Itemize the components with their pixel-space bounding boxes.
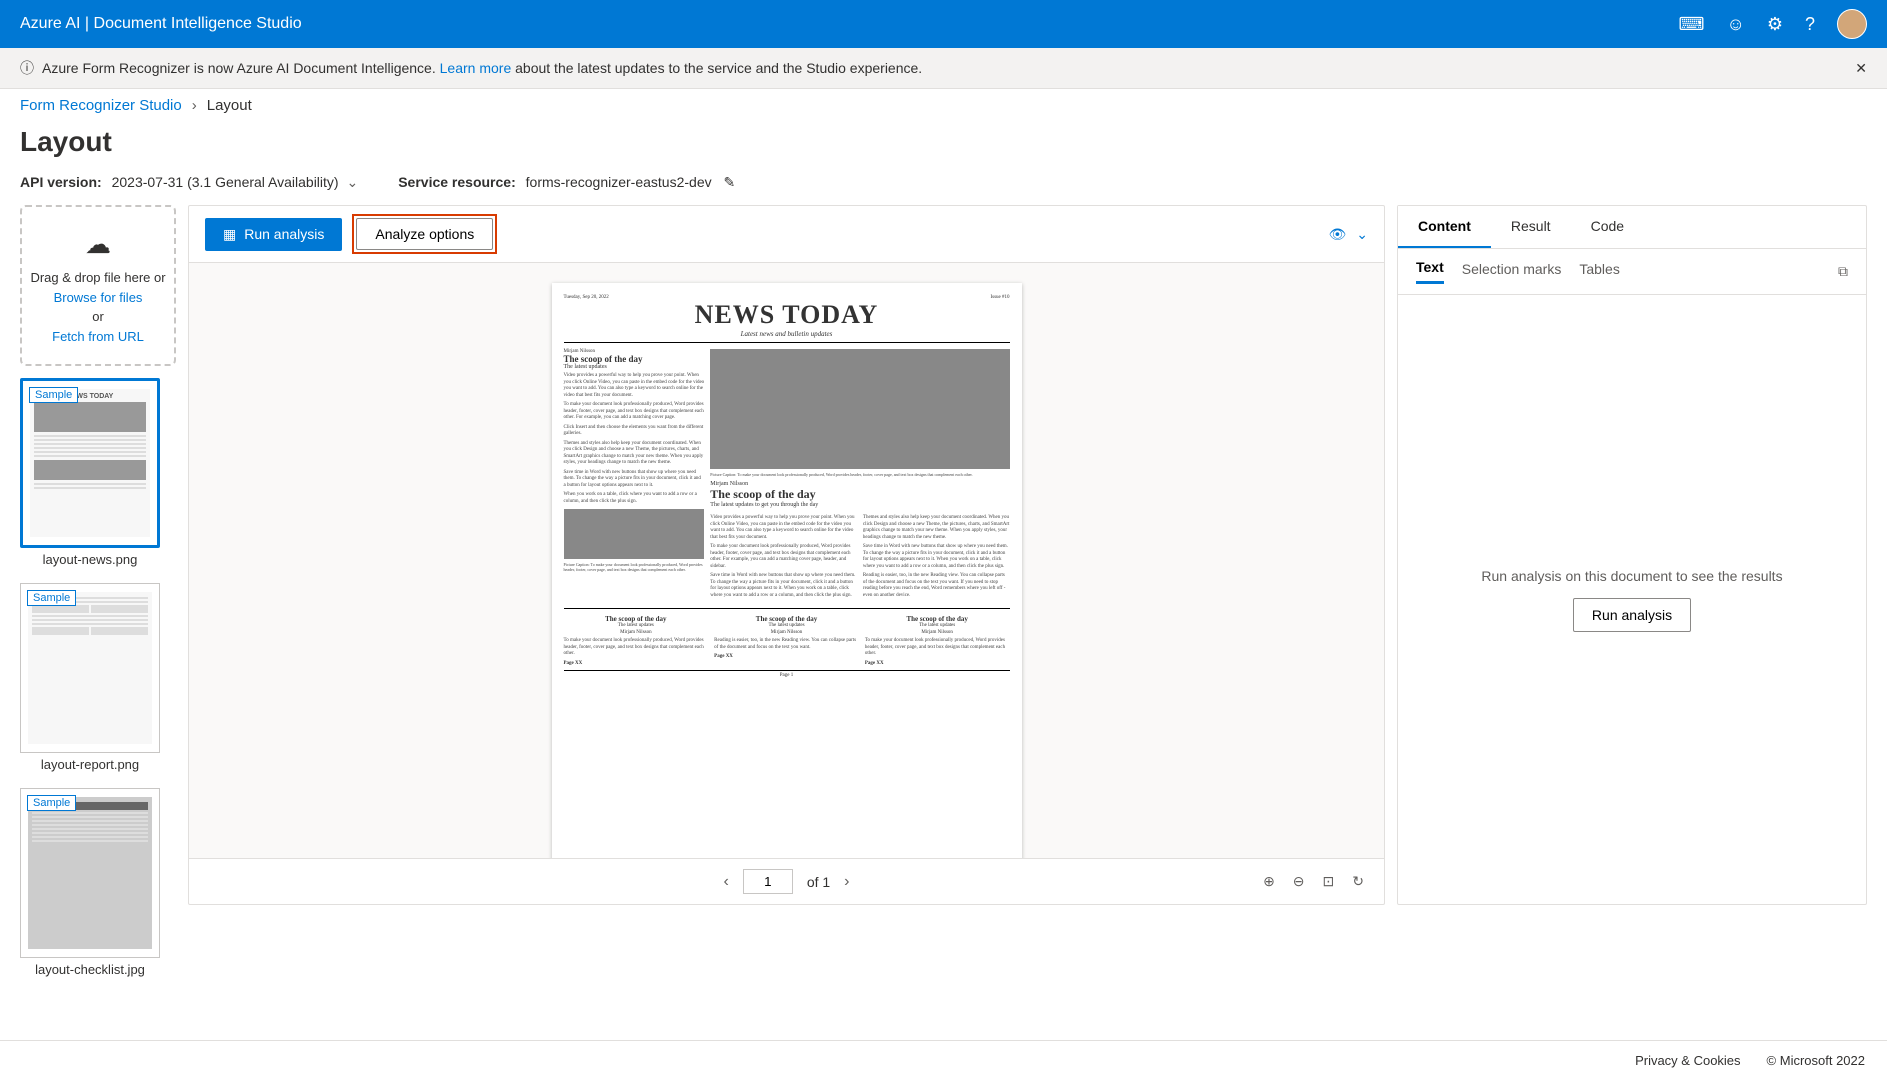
next-page-icon[interactable]: › [844,873,849,891]
analysis-icon: ▦ [223,226,236,243]
breadcrumb-root[interactable]: Form Recognizer Studio [20,97,182,114]
cloud-upload-icon: ☁︎ [28,225,168,264]
empty-message: Run analysis on this document to see the… [1481,568,1782,584]
api-version-label: API version: [20,174,102,190]
config-toolbar: API version: 2023-07-31 (3.1 General Ava… [0,174,1887,205]
page-total: of 1 [807,874,830,890]
header-icons: ⌨ ☺ ⚙ ? [1678,9,1867,39]
prev-page-icon[interactable]: ‹ [723,873,728,891]
chevron-down-icon: ⌄ [346,174,358,190]
document-canvas[interactable]: Tuesday, Sep 20, 2022 Issue #10 NEWS TOD… [189,263,1384,858]
avatar[interactable] [1837,9,1867,39]
copyright: © Microsoft 2022 [1767,1053,1865,1068]
thumb-report[interactable]: Sample [20,583,160,753]
thumb-card-checklist[interactable]: Sample layout-checklist.jpg [20,788,160,981]
keyboard-icon[interactable]: ⌨ [1678,14,1704,35]
fit-icon[interactable]: ⊡ [1323,873,1335,890]
subtab-text[interactable]: Text [1416,259,1444,284]
thumb-checklist[interactable]: Sample [20,788,160,958]
highlighted-control: Analyze options [352,214,497,254]
privacy-link[interactable]: Privacy & Cookies [1635,1053,1740,1068]
footer: Privacy & Cookies © Microsoft 2022 [0,1040,1887,1080]
help-icon[interactable]: ? [1805,14,1815,35]
service-resource-value: forms-recognizer-eastus2-dev [526,174,712,190]
dropzone[interactable]: ☁︎ Drag & drop file here or Browse for f… [20,205,176,366]
api-version-value: 2023-07-31 (3.1 General Availability) [112,174,339,190]
info-icon: ⓘ [20,58,34,78]
page-input[interactable] [743,869,793,894]
zoom-in-icon[interactable]: ⊕ [1263,873,1275,890]
results-empty: Run analysis on this document to see the… [1398,295,1866,904]
pager: ‹ of 1 › ⊕ ⊖ ⊡ ↻ [189,858,1384,904]
subtab-selection-marks[interactable]: Selection marks [1462,261,1562,283]
gear-icon[interactable]: ⚙ [1767,14,1783,35]
feedback-icon[interactable]: ☺ [1726,14,1744,35]
thumb-label: layout-report.png [20,753,160,776]
sample-tag: Sample [27,795,76,811]
chevron-right-icon: › [192,97,197,114]
banner-link[interactable]: Learn more [440,60,512,76]
breadcrumb-current: Layout [207,97,252,114]
api-version-selector[interactable]: API version: 2023-07-31 (3.1 General Ava… [20,174,358,191]
thumb-label: layout-news.png [20,548,160,571]
viewer-toolbar: ▦ Run analysis Analyze options 👁 ⌄ [189,206,1384,263]
content-subtabs: Text Selection marks Tables ⧉ [1398,249,1866,295]
thumb-card-news[interactable]: Sample NEWS TODAY layout-news.png [20,378,160,571]
tab-content[interactable]: Content [1398,206,1491,248]
page-title: Layout [0,122,1887,174]
breadcrumb: Form Recognizer Studio › Layout [0,89,1887,122]
eye-icon[interactable]: 👁 [1328,226,1346,243]
rotate-icon[interactable]: ↻ [1352,873,1364,890]
document-viewer: ▦ Run analysis Analyze options 👁 ⌄ Tuesd… [188,205,1385,905]
sample-tag: Sample [29,387,78,403]
run-analysis-button-panel[interactable]: Run analysis [1573,598,1691,632]
service-resource-label: Service resource: [398,174,516,190]
analyze-options-button[interactable]: Analyze options [356,218,493,250]
fetch-url-link[interactable]: Fetch from URL [28,327,168,347]
subtab-tables[interactable]: Tables [1579,261,1619,283]
copy-icon[interactable]: ⧉ [1838,263,1848,280]
close-icon[interactable]: ✕ [1855,60,1867,77]
zoom-out-icon[interactable]: ⊖ [1293,873,1305,890]
thumb-news[interactable]: Sample NEWS TODAY [20,378,160,548]
info-banner: ⓘ Azure Form Recognizer is now Azure AI … [0,48,1887,89]
app-title: Azure AI | Document Intelligence Studio [20,15,302,33]
dropzone-or: or [28,307,168,327]
banner-content: ⓘ Azure Form Recognizer is now Azure AI … [20,58,922,78]
edit-icon[interactable]: ✎ [724,174,736,190]
banner-pre: Azure Form Recognizer is now Azure AI Do… [42,60,436,76]
browse-files-link[interactable]: Browse for files [28,288,168,308]
file-panel: ☁︎ Drag & drop file here or Browse for f… [20,205,176,905]
tab-result[interactable]: Result [1491,206,1571,248]
thumb-label: layout-checklist.jpg [20,958,160,981]
dropzone-text: Drag & drop file here or [28,268,168,288]
results-panel: Content Result Code Text Selection marks… [1397,205,1867,905]
banner-post: about the latest updates to the service … [515,60,922,76]
run-analysis-button[interactable]: ▦ Run analysis [205,218,342,251]
main-layout: ☁︎ Drag & drop file here or Browse for f… [0,205,1887,905]
sample-tag: Sample [27,590,76,606]
tab-code[interactable]: Code [1571,206,1644,248]
document-page: Tuesday, Sep 20, 2022 Issue #10 NEWS TOD… [552,283,1022,858]
chevron-down-icon[interactable]: ⌄ [1356,226,1368,243]
service-resource: Service resource: forms-recognizer-eastu… [398,174,735,191]
result-tabs: Content Result Code [1398,206,1866,249]
app-header: Azure AI | Document Intelligence Studio … [0,0,1887,48]
thumb-card-report[interactable]: Sample layout-report.png [20,583,160,776]
